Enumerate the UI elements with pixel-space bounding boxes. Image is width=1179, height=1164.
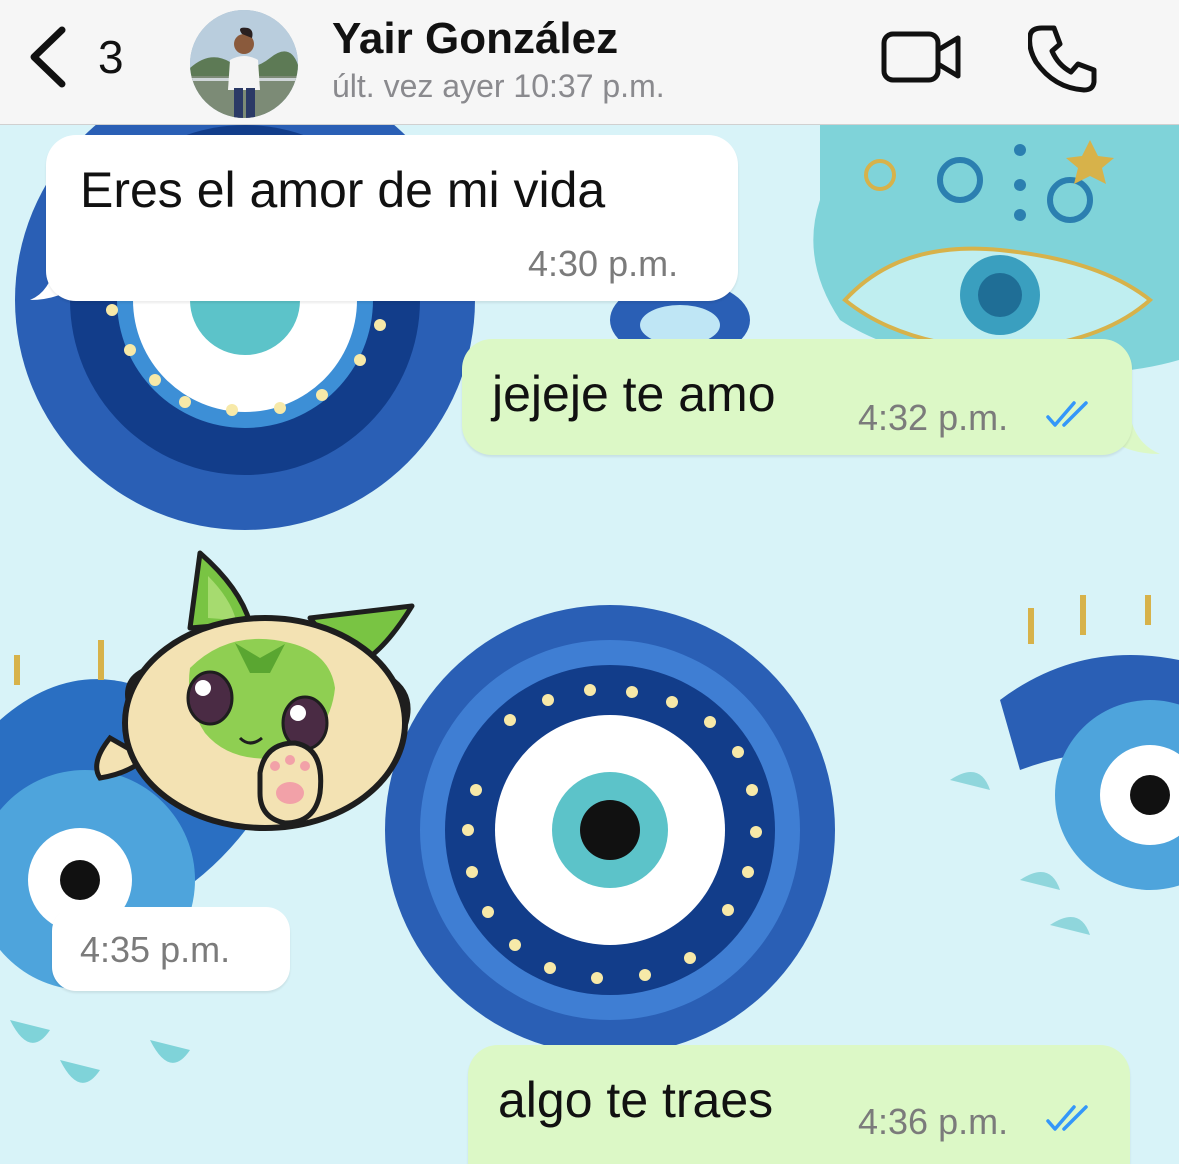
message-text: algo te traes — [498, 1072, 774, 1128]
message-time: 4:35 p.m. — [80, 929, 231, 970]
message-text: jejeje te amo — [492, 366, 776, 422]
message-bubble[interactable]: Eres el amor de mi vida 4:30 p.m. — [46, 135, 738, 301]
back-button[interactable] — [22, 22, 82, 92]
message-time: 4:32 p.m. — [858, 397, 1009, 438]
sticker-time-badge: 4:35 p.m. — [52, 907, 290, 991]
evil-eye-decoration — [385, 605, 835, 1055]
read-receipt-icon — [1046, 401, 1088, 427]
message-text: Eres el amor de mi vida — [80, 162, 606, 218]
video-call-button[interactable] — [880, 28, 964, 86]
chevron-left-icon — [30, 26, 66, 88]
video-camera-icon — [881, 31, 961, 83]
unread-count[interactable]: 3 — [98, 30, 124, 84]
contact-name[interactable]: Yair González — [332, 14, 618, 64]
message-bubble[interactable]: jejeje te amo 4:32 p.m. — [462, 339, 1132, 455]
cat-sticker[interactable] — [90, 548, 420, 838]
message-bubble[interactable]: algo te traes 4:36 p.m. — [468, 1045, 1130, 1164]
phone-icon — [1027, 25, 1097, 93]
chat-header: 3 Yair González últ. vez ayer 10:37 p.m. — [0, 0, 1179, 125]
last-seen-status: últ. vez ayer 10:37 p.m. — [332, 68, 665, 104]
message-time: 4:36 p.m. — [858, 1101, 1009, 1142]
read-receipt-icon — [1046, 1105, 1088, 1131]
avatar[interactable] — [190, 10, 298, 118]
voice-call-button[interactable] — [1027, 22, 1100, 94]
message-time: 4:30 p.m. — [528, 243, 679, 284]
